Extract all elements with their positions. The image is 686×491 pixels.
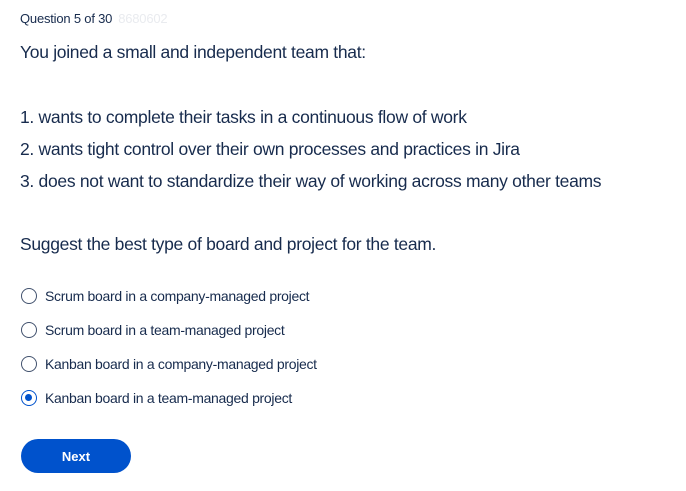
answer-option-4[interactable]: Kanban board in a team-managed project [21,387,292,409]
question-prompt: Suggest the best type of board and proje… [20,234,437,254]
answer-option-1[interactable]: Scrum board in a company-managed project [21,285,310,307]
answer-option-2[interactable]: Scrum board in a team-managed project [21,319,285,341]
question-code: 8680602 [118,11,168,26]
requirement-2: 2. wants tight control over their own pr… [20,139,520,159]
answer-option-label: Scrum board in a team-managed project [45,322,285,338]
quiz-page: Question 5 of 30 8680602 You joined a sma… [0,0,686,491]
radio-button-3[interactable] [21,356,37,372]
answer-option-3[interactable]: Kanban board in a company-managed projec… [21,353,317,375]
radio-button-1[interactable] [21,288,37,304]
question-header: Question 5 of 30 8680602 [20,11,168,26]
question-counter: Question 5 of 30 [20,11,113,26]
requirement-3: 3. does not want to standardize their wa… [20,171,602,191]
question-intro: You joined a small and independent team … [20,42,366,62]
answer-option-label: Scrum board in a company-managed project [45,288,310,304]
radio-button-4[interactable] [21,390,37,406]
answer-option-label: Kanban board in a team-managed project [45,390,292,406]
answer-option-label: Kanban board in a company-managed projec… [45,356,317,372]
requirement-1: 1. wants to complete their tasks in a co… [20,107,467,127]
next-button[interactable]: Next [21,439,131,473]
radio-button-2[interactable] [21,322,37,338]
